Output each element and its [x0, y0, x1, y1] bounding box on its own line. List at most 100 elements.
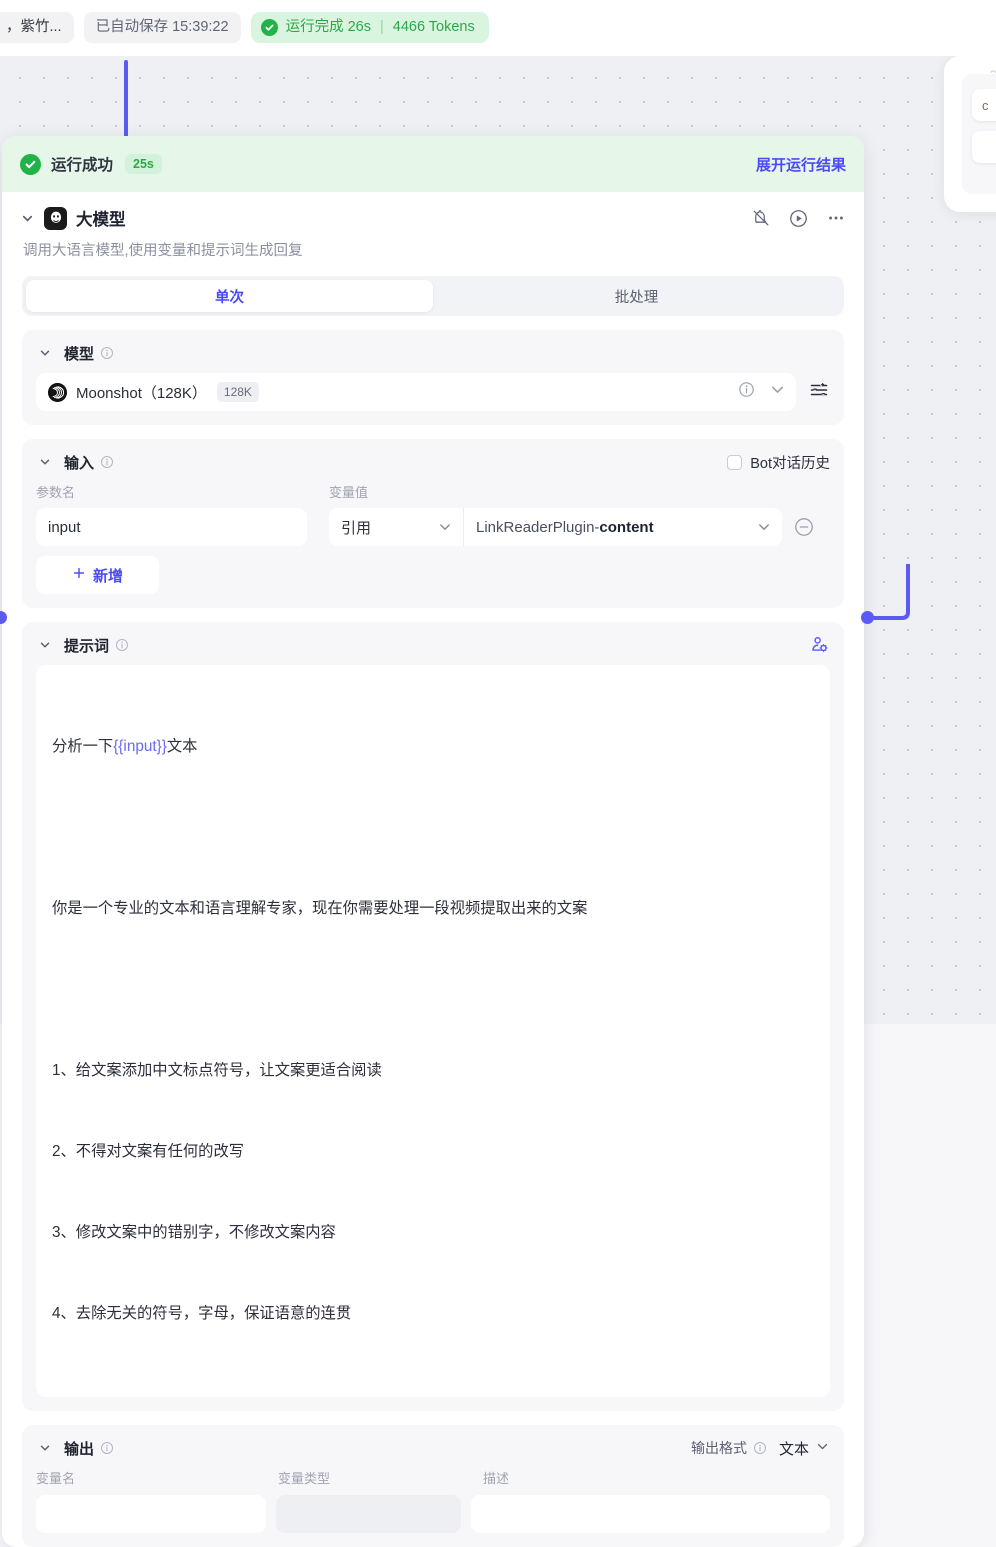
tab-single[interactable]: 单次: [26, 280, 433, 312]
input-row: input 引用 LinkReaderPlugin - content: [36, 508, 830, 546]
output-row: [36, 1495, 830, 1533]
more-horizontal-icon[interactable]: [826, 208, 846, 228]
llm-node-card[interactable]: 运行成功 25s 展开运行结果 大模型 调用大语言模型,使用变量和提示词生成回复…: [2, 136, 864, 1547]
node-header-actions: [751, 208, 846, 229]
autosave-status: 已自动保存 15:39:22: [83, 12, 241, 43]
prompt-line-1: 分析一下{{input}}文本: [52, 733, 814, 760]
prompt-rule: 4、去除无关的符号，字母，保证语意的连贯: [52, 1305, 352, 1322]
output-column-headers: 变量名 变量类型 描述: [36, 1468, 830, 1487]
column-header-var-type: 变量类型: [278, 1471, 331, 1486]
prompt-rule: 3、修改文案中的错别字，不修改文案内容: [52, 1224, 336, 1241]
play-circle-icon[interactable]: [788, 208, 809, 229]
node-header: 大模型: [2, 192, 864, 230]
chevron-down-icon[interactable]: [36, 1439, 54, 1457]
bot-history-label: Bot对话历史: [750, 455, 830, 472]
output-var-name-input[interactable]: [36, 1495, 266, 1533]
info-icon[interactable]: [100, 1441, 114, 1455]
model-name: Moonshot（128K）: [76, 384, 207, 402]
prompt-line-2: 你是一个专业的文本和语言理解专家，现在你需要处理一段视频提取出来的文案: [52, 900, 588, 917]
adjacent-node-card[interactable]: ～～ c: [944, 56, 996, 212]
model-row: Moonshot（128K） 128K: [36, 373, 830, 411]
output-section-header: 输出 输出格式 文本: [36, 1437, 830, 1459]
persona-settings-icon[interactable]: [809, 635, 830, 656]
plus-icon: [72, 566, 86, 584]
param-name-input[interactable]: input: [36, 508, 307, 546]
column-header-description: 描述: [483, 1471, 510, 1486]
column-header-param: 参数名: [36, 485, 76, 500]
banner-duration-badge: 25s: [125, 154, 162, 174]
chevron-down-icon: [437, 519, 453, 535]
prompt-rule: 2、不得对文案有任何的改写: [52, 1143, 245, 1160]
model-section: 模型 Moonshot（128K） 128K: [22, 330, 844, 425]
prompt-blank-line: [52, 976, 814, 1003]
run-result-chip[interactable]: 运行完成 26s | 4466 Tokens: [250, 12, 489, 43]
variable-source-select[interactable]: LinkReaderPlugin - content: [464, 519, 782, 536]
prompt-blank-line: [52, 814, 814, 841]
output-section: 输出 输出格式 文本 变量名 变量类型 描述: [22, 1425, 844, 1547]
workflow-canvas[interactable]: ～～ c 运行成功 25s 展开运行结果: [0, 56, 996, 1547]
column-header-var-name: 变量名: [36, 1471, 76, 1486]
output-section-title: 输出: [64, 1440, 95, 1458]
output-format-label: 输出格式: [690, 1440, 747, 1456]
remove-row-icon[interactable]: [794, 517, 814, 537]
input-section-title: 输入: [64, 454, 95, 472]
run-status-text: 运行完成 26s: [285, 19, 371, 35]
prompt-rule: 1、给文案添加中文标点符号，让文案更适合阅读: [52, 1062, 382, 1079]
llm-avatar-icon: [44, 206, 67, 230]
reference-mode-select[interactable]: 引用: [329, 508, 464, 546]
connector-line-top: [124, 60, 128, 138]
output-description-input[interactable]: [471, 1495, 830, 1533]
variable-source-name: LinkReaderPlugin: [476, 518, 595, 536]
run-tokens-text: 4466 Tokens: [392, 19, 475, 35]
connector-line-right: [866, 564, 910, 620]
model-select[interactable]: Moonshot（128K） 128K: [36, 373, 796, 411]
breadcrumb[interactable]: ，紫竹...: [0, 12, 74, 43]
model-context-badge: 128K: [216, 382, 259, 402]
chevron-down-icon: [756, 519, 772, 535]
checkbox-box[interactable]: [727, 454, 743, 470]
adjacent-card-field-2[interactable]: [972, 131, 996, 163]
add-input-button[interactable]: 新增: [36, 556, 159, 594]
input-section-header: 输入 Bot对话历史: [36, 451, 830, 473]
output-var-type-select[interactable]: [276, 1495, 461, 1533]
column-header-value: 变量值: [329, 485, 369, 500]
info-icon[interactable]: [115, 638, 129, 652]
prompt-textarea[interactable]: 分析一下{{input}}文本 你是一个专业的文本和语言理解专家，现在你需要处理…: [36, 665, 830, 1397]
tab-batch[interactable]: 批处理: [433, 280, 840, 312]
check-icon: [260, 19, 278, 36]
check-circle-icon: [20, 153, 41, 175]
node-description: 调用大语言模型,使用变量和提示词生成回复: [23, 243, 303, 259]
info-icon[interactable]: [100, 346, 114, 360]
chevron-down-icon[interactable]: [36, 453, 54, 471]
model-parameters-icon[interactable]: [808, 379, 830, 406]
chevron-down-icon[interactable]: [18, 209, 36, 227]
adjacent-card-field-1[interactable]: c: [972, 89, 996, 121]
variable-value-group: 引用 LinkReaderPlugin - content: [329, 508, 782, 546]
add-input-label: 新增: [92, 567, 123, 585]
reference-mode-value: 引用: [341, 519, 372, 537]
variable-field-name: content: [599, 518, 654, 536]
output-format-value: 文本: [778, 1440, 809, 1458]
prompt-section: 提示词 分析一下{{input}}文本 你是一个专业的文本和语言理解专家，现在你: [22, 622, 844, 1411]
notification-off-icon[interactable]: [751, 208, 771, 228]
mode-tabs: 单次 批处理: [22, 276, 844, 316]
node-output-port[interactable]: [861, 611, 874, 624]
input-section: 输入 Bot对话历史 参数名 变量值 input 引用 LinkReaderPl…: [22, 439, 844, 608]
prompt-section-title: 提示词: [64, 637, 110, 655]
banner-status-text: 运行成功: [51, 157, 114, 174]
chevron-down-icon: [815, 1439, 830, 1457]
prompt-variable-token: {{input}}: [113, 738, 167, 755]
model-section-header: 模型: [36, 342, 830, 364]
node-title: 大模型: [76, 211, 126, 229]
chevron-down-icon[interactable]: [36, 636, 54, 654]
bot-history-checkbox[interactable]: Bot对话历史: [727, 452, 830, 473]
info-icon[interactable]: [100, 455, 114, 469]
expand-run-result-link[interactable]: 展开运行结果: [756, 154, 846, 175]
model-section-title: 模型: [64, 345, 95, 363]
chevron-down-icon[interactable]: [36, 344, 54, 362]
prompt-section-header: 提示词: [36, 634, 830, 656]
output-format-control[interactable]: 输出格式 文本: [691, 1438, 830, 1459]
info-icon[interactable]: [738, 381, 755, 403]
info-icon[interactable]: [753, 1441, 767, 1455]
chevron-down-icon[interactable]: [769, 381, 786, 403]
